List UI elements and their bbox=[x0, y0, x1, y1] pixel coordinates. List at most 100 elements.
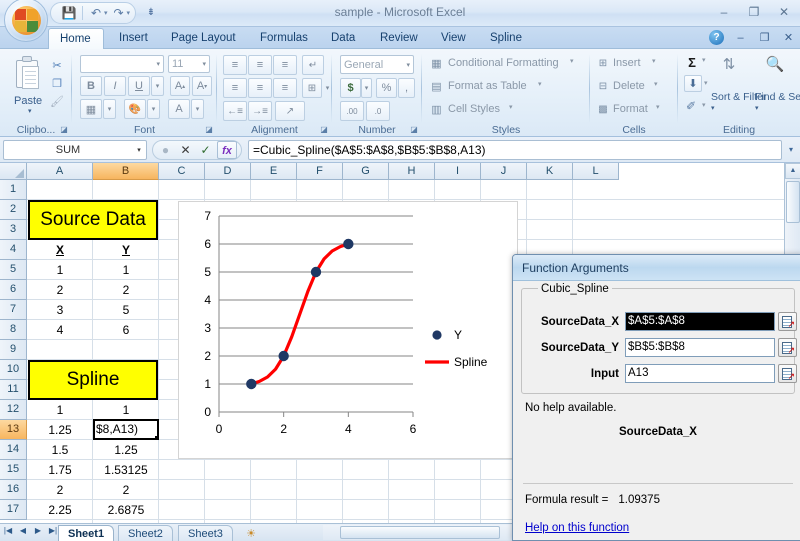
data-point-3[interactable] bbox=[311, 267, 321, 277]
row-header-9[interactable]: 9 bbox=[0, 340, 27, 360]
cell-B12[interactable]: 1 bbox=[93, 400, 159, 420]
delete-dropdown-icon[interactable]: ▾ bbox=[654, 80, 658, 88]
cell-styles-dropdown-icon[interactable]: ▾ bbox=[509, 103, 513, 111]
cell-A12[interactable]: 1 bbox=[27, 400, 93, 420]
clear-icon[interactable]: ✐ bbox=[682, 97, 700, 114]
underline-button[interactable]: U bbox=[128, 76, 150, 96]
shrink-font-icon[interactable]: A▾ bbox=[192, 76, 212, 96]
wrap-text-icon[interactable]: ↵ bbox=[302, 55, 324, 75]
sort-filter-dropdown-icon[interactable]: ▾ bbox=[711, 104, 715, 112]
data-point-2[interactable] bbox=[278, 351, 288, 361]
vertical-scroll-thumb[interactable] bbox=[786, 181, 800, 223]
grow-font-icon[interactable]: A▴ bbox=[170, 76, 190, 96]
cell-A6[interactable]: 2 bbox=[27, 280, 93, 300]
row-header-6[interactable]: 6 bbox=[0, 280, 27, 300]
cell-B7[interactable]: 5 bbox=[93, 300, 159, 320]
alignment-dialog-launcher[interactable]: ◪ bbox=[319, 125, 329, 135]
conditional-formatting-label[interactable]: Conditional Formatting bbox=[448, 57, 559, 69]
increase-indent-icon[interactable]: →≡ bbox=[248, 101, 272, 121]
fill-handle[interactable] bbox=[155, 436, 159, 440]
fill-color-dropdown-icon[interactable]: ▾ bbox=[147, 99, 160, 119]
cell-A16[interactable]: 2 bbox=[27, 480, 93, 500]
cell-B8[interactable]: 6 bbox=[93, 320, 159, 340]
sourcedata-x-range-picker-icon[interactable]: ↗ bbox=[778, 312, 797, 331]
sheet-tab-sheet2[interactable]: Sheet2 bbox=[118, 525, 173, 541]
sheet-tab-sheet1[interactable]: Sheet1 bbox=[58, 525, 114, 541]
align-right-icon[interactable]: ≡ bbox=[273, 78, 297, 98]
align-top-icon[interactable]: ≡ bbox=[223, 55, 247, 75]
tab-spline[interactable]: Spline bbox=[479, 27, 533, 49]
column-header-f[interactable]: F bbox=[297, 163, 343, 180]
tab-review[interactable]: Review bbox=[369, 27, 429, 49]
autosum-icon[interactable]: Σ bbox=[684, 54, 700, 70]
row-header-2[interactable]: 2 bbox=[0, 200, 27, 220]
prev-sheet-icon[interactable]: ◀ bbox=[18, 526, 28, 535]
column-header-d[interactable]: D bbox=[205, 163, 251, 180]
cell-A4[interactable]: X bbox=[27, 240, 93, 260]
formula-input[interactable]: =Cubic_Spline($A$5:$A$8,$B$5:$B$8,A13) bbox=[248, 140, 782, 160]
align-center-icon[interactable]: ≡ bbox=[248, 78, 272, 98]
row-header-5[interactable]: 5 bbox=[0, 260, 27, 280]
paste-label[interactable]: Paste bbox=[14, 95, 42, 107]
input-range-picker-icon[interactable]: ↗ bbox=[778, 364, 797, 383]
borders-icon[interactable]: ▦ bbox=[80, 99, 102, 119]
name-box-dropdown-icon[interactable]: ▾ bbox=[132, 146, 146, 154]
cell-B4[interactable]: Y bbox=[93, 240, 159, 260]
autosum-dropdown-icon[interactable]: ▾ bbox=[702, 56, 706, 64]
delete-label[interactable]: Delete bbox=[613, 80, 645, 92]
data-point-1[interactable] bbox=[246, 379, 256, 389]
paste-dropdown-icon[interactable]: ▾ bbox=[28, 107, 32, 115]
conditional-formatting-dropdown-icon[interactable]: ▾ bbox=[570, 57, 574, 65]
format-as-table-dropdown-icon[interactable]: ▾ bbox=[538, 80, 542, 88]
row-header-16[interactable]: 16 bbox=[0, 480, 27, 500]
cell-B5[interactable]: 1 bbox=[93, 260, 159, 280]
spline-chart[interactable]: 012345670246YSpline bbox=[178, 201, 518, 459]
name-box[interactable]: SUM ▾ bbox=[3, 140, 147, 160]
spline-curve[interactable] bbox=[251, 244, 348, 384]
find-select-dropdown-icon[interactable]: ▾ bbox=[755, 104, 759, 112]
conditional-formatting-icon[interactable]: ▦ bbox=[428, 55, 445, 71]
decrease-indent-icon[interactable]: ←≡ bbox=[223, 101, 247, 121]
row-header-10[interactable]: 10 bbox=[0, 360, 27, 380]
row-header-17[interactable]: 17 bbox=[0, 500, 27, 520]
banner-cell-source-data[interactable]: Source Data bbox=[28, 200, 158, 240]
italic-button[interactable]: I bbox=[104, 76, 126, 96]
decrease-decimal-icon[interactable]: .0 bbox=[366, 101, 390, 121]
orientation-icon[interactable]: ↗ bbox=[275, 101, 305, 121]
cell-A7[interactable]: 3 bbox=[27, 300, 93, 320]
column-header-i[interactable]: I bbox=[435, 163, 481, 180]
help-on-this-function-link[interactable]: Help on this function bbox=[525, 522, 629, 534]
increase-decimal-icon[interactable]: .00 bbox=[340, 101, 364, 121]
column-header-b[interactable]: B bbox=[93, 163, 159, 180]
cell-B17[interactable]: 2.6875 bbox=[93, 500, 159, 520]
delete-cells-icon[interactable]: ⊟ bbox=[595, 78, 611, 94]
row-header-13[interactable]: 13 bbox=[0, 420, 27, 440]
format-dropdown-icon[interactable]: ▾ bbox=[656, 103, 660, 111]
expand-formula-bar-icon[interactable]: ▾ bbox=[784, 142, 798, 158]
dialog-title[interactable]: Function Arguments bbox=[513, 255, 800, 281]
copy-icon[interactable]: ❐ bbox=[48, 75, 66, 91]
cell-styles-label[interactable]: Cell Styles bbox=[448, 103, 500, 115]
row-header-8[interactable]: 8 bbox=[0, 320, 27, 340]
row-header-12[interactable]: 12 bbox=[0, 400, 27, 420]
font-dialog-launcher[interactable]: ◪ bbox=[204, 125, 214, 135]
align-left-icon[interactable]: ≡ bbox=[223, 78, 247, 98]
office-button[interactable] bbox=[4, 0, 48, 42]
close-button[interactable]: ✕ bbox=[774, 4, 794, 20]
sourcedata-x-input[interactable]: $A$5:$A$8 bbox=[625, 312, 775, 331]
scroll-up-icon[interactable]: ▲ bbox=[785, 163, 800, 179]
tab-home[interactable]: Home bbox=[48, 28, 104, 49]
column-header-k[interactable]: K bbox=[527, 163, 573, 180]
percent-icon[interactable]: % bbox=[376, 78, 397, 98]
number-format-combo[interactable]: General ▾ bbox=[340, 55, 414, 74]
fill-dropdown-icon[interactable]: ▾ bbox=[704, 79, 708, 87]
ribbon-restore-button[interactable]: ❐ bbox=[757, 31, 772, 44]
font-size-combo[interactable]: 11 ▾ bbox=[168, 55, 210, 73]
tab-formulas[interactable]: Formulas bbox=[249, 27, 319, 49]
sourcedata-y-input[interactable]: $B$5:$B$8 bbox=[625, 338, 775, 357]
sheet-tab-sheet3[interactable]: Sheet3 bbox=[178, 525, 233, 541]
number-dialog-launcher[interactable]: ◪ bbox=[409, 125, 419, 135]
tab-view[interactable]: View bbox=[430, 27, 477, 49]
row-header-3[interactable]: 3 bbox=[0, 220, 27, 240]
format-as-table-icon[interactable]: ▤ bbox=[428, 78, 445, 94]
